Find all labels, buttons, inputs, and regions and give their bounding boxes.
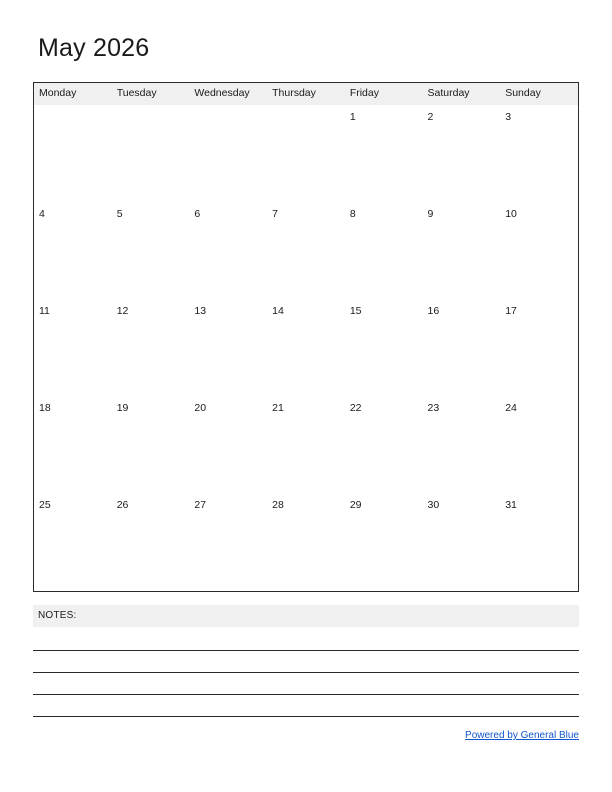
day-cell[interactable]: 1: [344, 105, 423, 202]
notes-ruled-line[interactable]: [33, 694, 579, 695]
day-number: 24: [505, 402, 517, 414]
calendar-week-row: 25 26 27 28 29 30 31: [34, 493, 578, 590]
day-cell[interactable]: 21: [267, 396, 345, 493]
day-number: 25: [39, 499, 51, 511]
day-cell[interactable]: 18: [34, 396, 112, 493]
day-cell[interactable]: 25: [34, 493, 112, 590]
day-cell[interactable]: 15: [344, 299, 423, 396]
weekday-header-saturday: Saturday: [427, 87, 470, 99]
day-number: 30: [427, 499, 440, 511]
page-title: May 2026: [38, 34, 150, 62]
day-cell[interactable]: 13: [189, 299, 268, 396]
day-number: 17: [505, 305, 517, 317]
calendar-week-row: 18 19 20 21 22 23 24: [34, 396, 578, 493]
day-cell[interactable]: 9: [422, 202, 501, 299]
day-number: 3: [505, 111, 512, 123]
day-cell[interactable]: 10: [500, 202, 578, 299]
day-cell[interactable]: 29: [344, 493, 423, 590]
calendar-week-row: 4 5 6 7 8 9 10: [34, 202, 578, 299]
day-cell[interactable]: 30: [422, 493, 501, 590]
day-cell[interactable]: 4: [34, 202, 112, 299]
day-number: 27: [194, 499, 207, 511]
weekday-header-row: Monday Tuesday Wednesday Thursday Friday…: [34, 83, 578, 105]
weekday-header-wednesday: Wednesday: [194, 87, 250, 99]
day-number: 2: [427, 111, 434, 123]
day-number: 28: [272, 499, 284, 511]
day-cell[interactable]: 6: [189, 202, 268, 299]
day-number: 26: [116, 499, 129, 511]
weekday-header-tuesday: Tuesday: [116, 87, 157, 99]
calendar-grid: Monday Tuesday Wednesday Thursday Friday…: [33, 82, 579, 592]
day-cell[interactable]: 12: [111, 299, 190, 396]
weekday-header-monday: Monday: [39, 87, 77, 99]
notes-ruled-line[interactable]: [33, 650, 579, 651]
day-cell[interactable]: 17: [500, 299, 578, 396]
day-cell[interactable]: [34, 105, 112, 202]
weekday-header-friday: Friday: [349, 87, 379, 99]
day-cell[interactable]: 16: [422, 299, 501, 396]
day-number: 13: [194, 305, 207, 317]
powered-by-link[interactable]: Powered by General Blue: [465, 729, 579, 743]
day-cell[interactable]: 8: [344, 202, 423, 299]
day-number: 29: [349, 499, 362, 511]
notes-header-bar: NOTES:: [33, 605, 579, 627]
day-number: 6: [194, 208, 201, 220]
day-cell[interactable]: 7: [267, 202, 345, 299]
day-cell[interactable]: 3: [500, 105, 578, 202]
day-number: 7: [272, 208, 278, 220]
day-number: 23: [427, 402, 440, 414]
day-cell[interactable]: 23: [422, 396, 501, 493]
calendar-week-row: 1 2 3: [34, 105, 578, 202]
day-number: 5: [116, 208, 123, 220]
day-number: 31: [505, 499, 517, 511]
day-cell[interactable]: 2: [422, 105, 501, 202]
day-cell[interactable]: 27: [189, 493, 268, 590]
day-cell[interactable]: 5: [111, 202, 190, 299]
day-number: 4: [39, 208, 45, 220]
notes-ruled-line[interactable]: [33, 672, 579, 673]
day-cell[interactable]: 20: [189, 396, 268, 493]
weekday-header-thursday: Thursday: [272, 87, 316, 99]
day-cell[interactable]: [189, 105, 268, 202]
notes-label: NOTES:: [38, 610, 77, 621]
day-cell[interactable]: 22: [344, 396, 423, 493]
weekday-header-sunday: Sunday: [505, 87, 541, 99]
day-number: 14: [272, 305, 284, 317]
day-cell[interactable]: 28: [267, 493, 345, 590]
day-cell[interactable]: [267, 105, 345, 202]
day-number: 11: [39, 305, 50, 317]
calendar-week-row: 11 12 13 14 15 16 17: [34, 299, 578, 396]
day-number: 10: [505, 208, 517, 220]
day-number: 16: [427, 305, 440, 317]
day-cell[interactable]: 26: [111, 493, 190, 590]
day-number: 12: [116, 305, 129, 317]
day-cell[interactable]: 14: [267, 299, 345, 396]
day-cell[interactable]: [111, 105, 190, 202]
calendar-page: May 2026 Monday Tuesday Wednesday Thursd…: [0, 0, 612, 792]
day-number: 20: [194, 402, 207, 414]
day-number: 9: [427, 208, 434, 220]
day-number: 1: [349, 111, 356, 123]
day-cell[interactable]: 11: [34, 299, 112, 396]
day-number: 18: [39, 402, 51, 414]
notes-ruled-line[interactable]: [33, 716, 579, 717]
day-number: 21: [272, 402, 284, 414]
day-cell[interactable]: 24: [500, 396, 578, 493]
day-number: 19: [116, 402, 129, 414]
day-number: 22: [349, 402, 362, 414]
day-number: 15: [349, 305, 362, 317]
day-cell[interactable]: 19: [111, 396, 190, 493]
day-number: 8: [349, 208, 356, 220]
day-cell[interactable]: 31: [500, 493, 578, 590]
